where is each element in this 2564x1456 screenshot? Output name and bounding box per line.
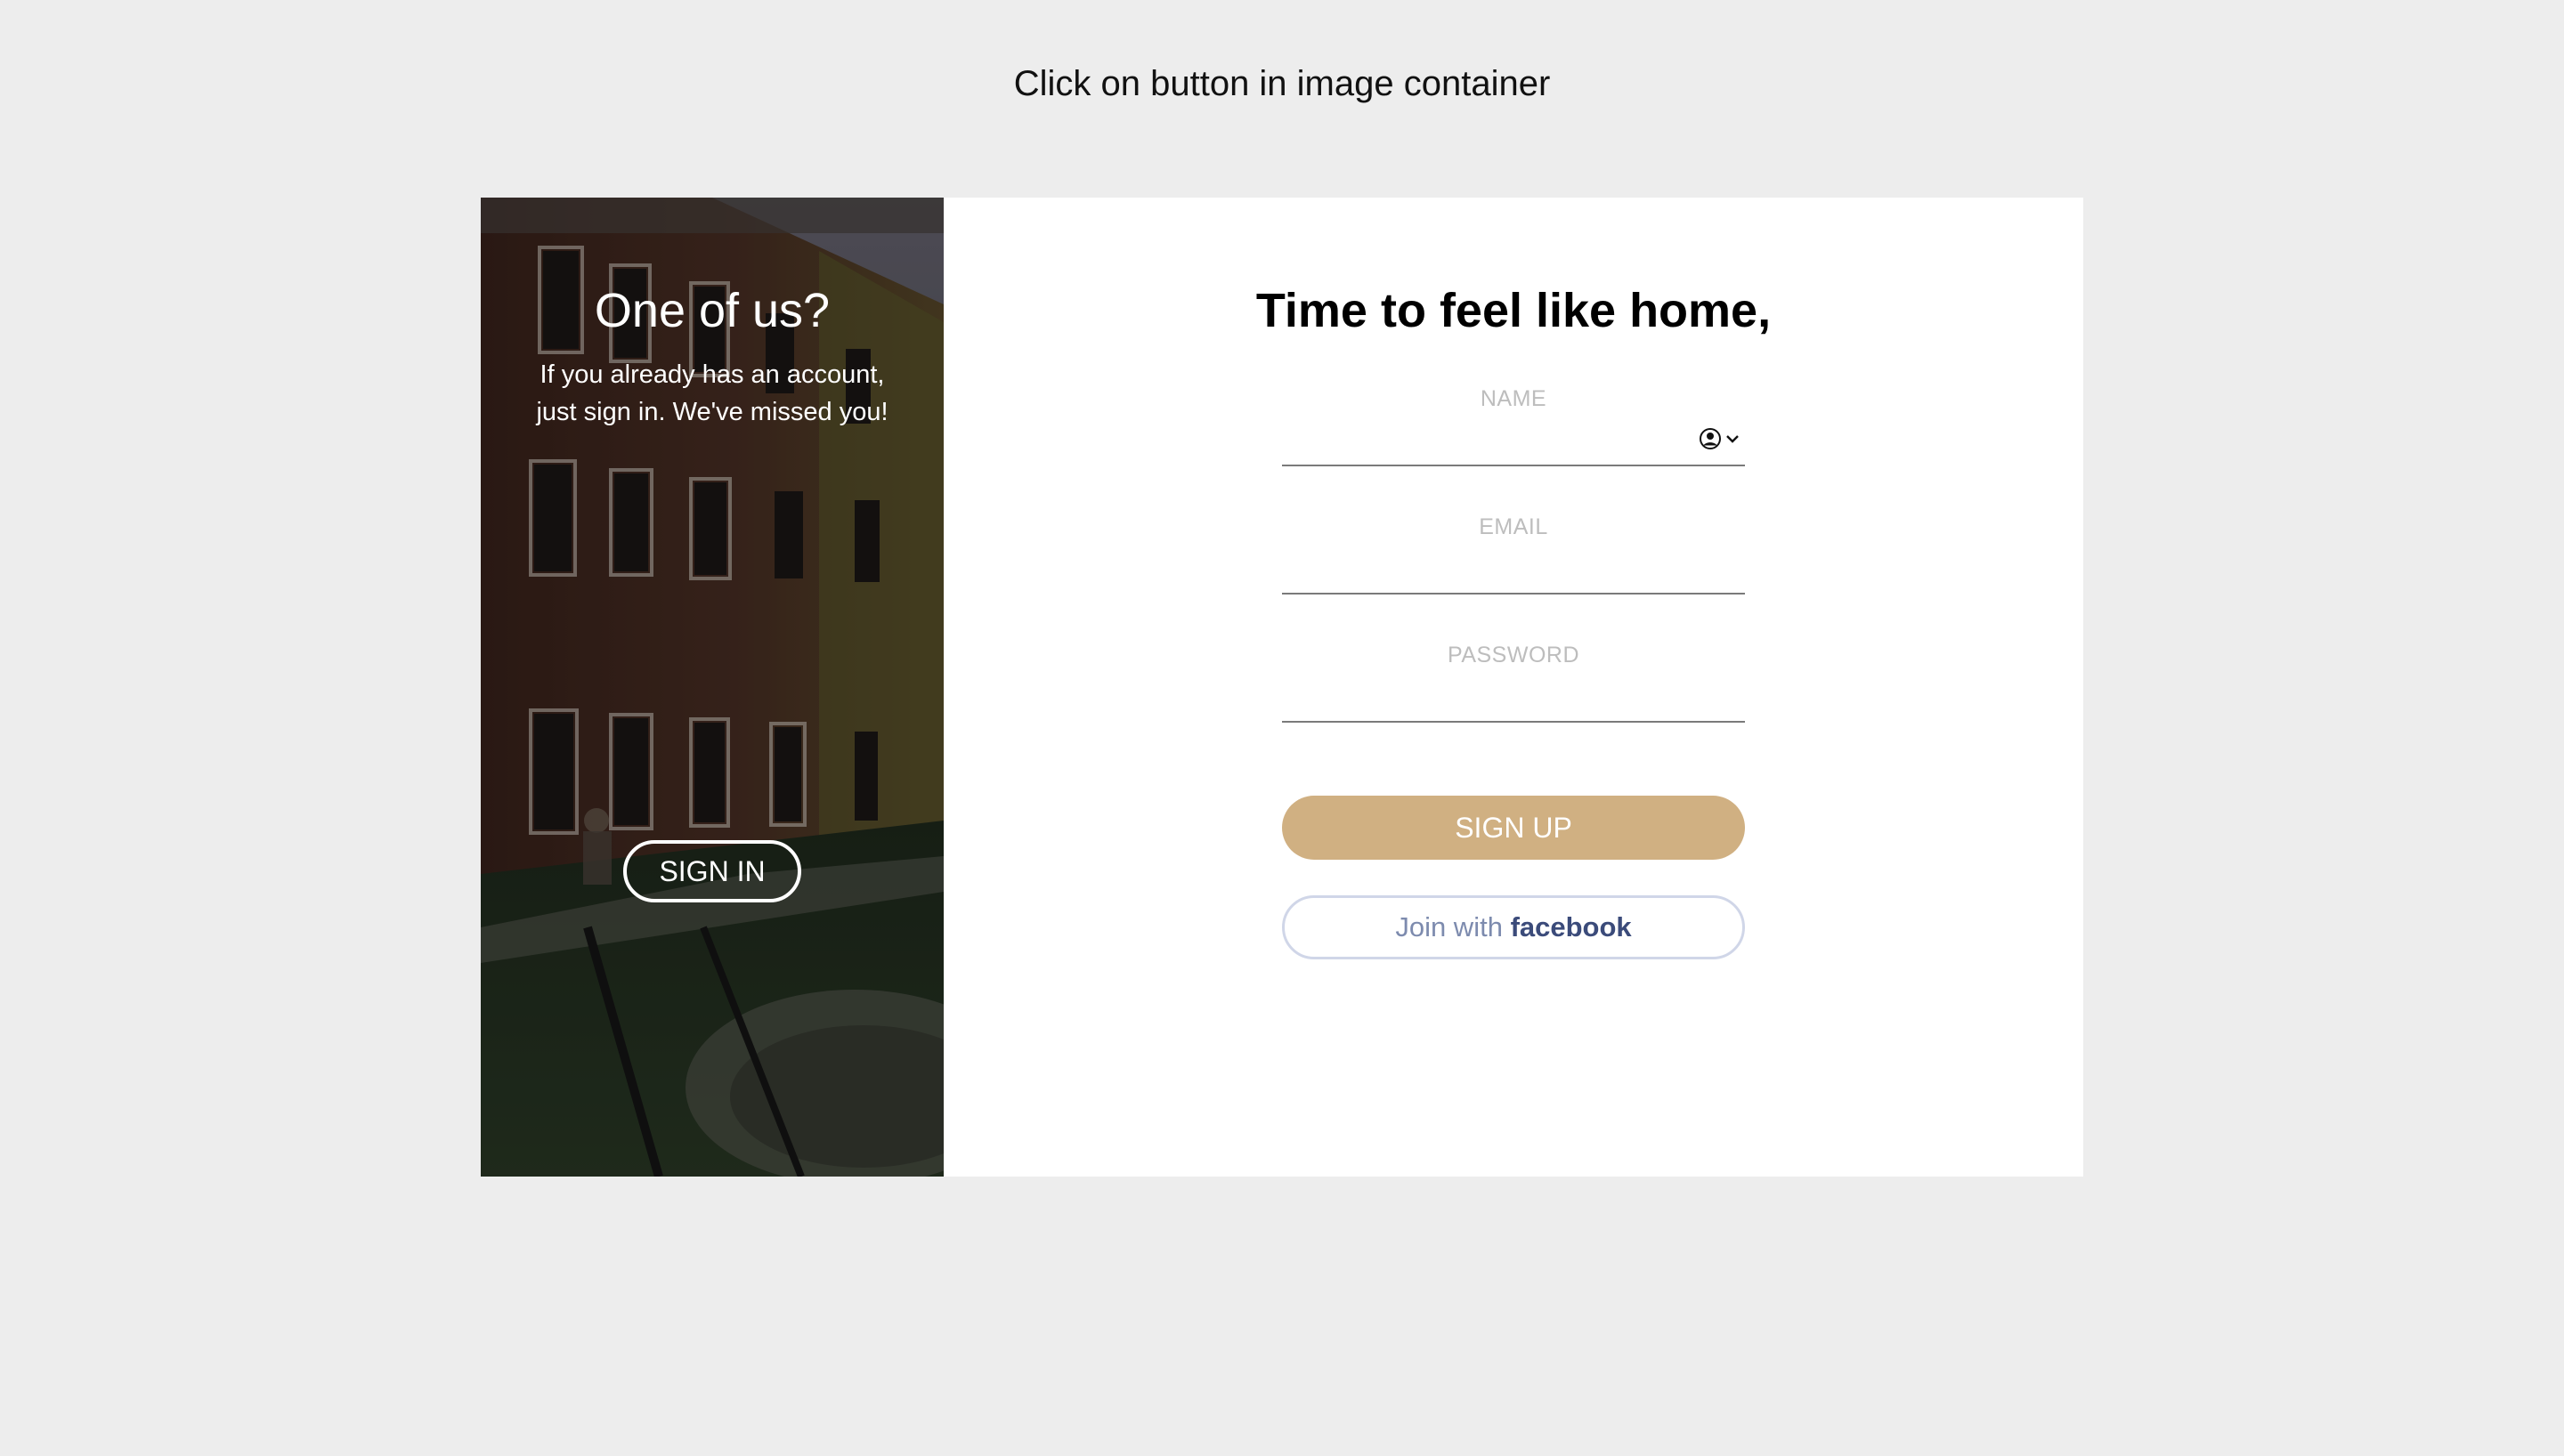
name-label: NAME [1480,386,1547,411]
facebook-brand-text: facebook [1510,911,1632,942]
password-field[interactable]: PASSWORD [1282,643,1745,723]
form-title: Time to feel like home, [1255,284,1772,337]
instruction-text: Click on button in image container [1013,64,1551,103]
password-label: PASSWORD [1448,643,1579,667]
facebook-join-button[interactable]: Join with facebook [1282,895,1745,959]
sign-up-button[interactable]: SIGN UP [1282,796,1745,860]
chevron-down-icon [1726,435,1739,443]
email-input[interactable] [1282,554,1674,591]
image-panel-title: One of us? [594,284,831,337]
form-card: One of us? If you already has an account… [481,198,2083,1177]
email-label: EMAIL [1479,514,1548,539]
name-field[interactable]: NAME [1282,386,1745,466]
image-container: One of us? If you already has an account… [481,198,944,1177]
form-panel: Time to feel like home, NAME EMAIL PASSW… [944,198,2083,1177]
facebook-join-prefix: Join with [1395,911,1503,942]
password-input[interactable] [1282,682,1674,719]
sign-in-button[interactable]: SIGN IN [623,840,801,902]
name-input[interactable] [1282,425,1674,463]
image-panel-text: If you already has an account, just sign… [536,360,888,426]
contact-autofill-icon[interactable] [1699,427,1743,450]
page: Click on button in image container One o… [0,0,2564,1456]
person-circle-icon [1700,428,1721,449]
image-overlay [481,198,944,1177]
email-field[interactable]: EMAIL [1282,514,1745,595]
